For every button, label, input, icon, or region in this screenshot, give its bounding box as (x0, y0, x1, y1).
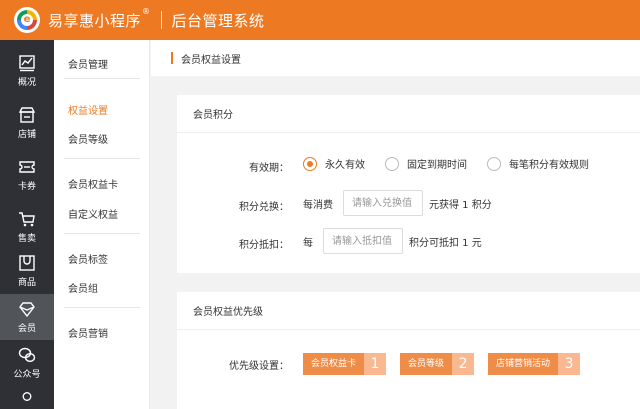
top-bar: e 易享惠小程序® 后台管理系统 (0, 0, 640, 40)
sidebar-item-label: 公众号 (13, 370, 41, 380)
main-sidebar: 概况 店铺 卡券 售卖 商品 会员 公众号 (0, 40, 54, 409)
deduct-value-input[interactable] (323, 228, 403, 254)
logo-e-icon: e (21, 14, 33, 26)
breadcrumb-marker (171, 52, 173, 64)
radio-dot (385, 156, 399, 171)
sidebar-item-members[interactable]: 会员 (0, 294, 54, 340)
sidebar-item-more[interactable] (0, 388, 54, 408)
exchange-suffix: 元获得 1 积分 (429, 199, 492, 211)
priority-item-number: 3 (564, 356, 574, 372)
subnav-item-benefit-card[interactable]: 会员权益卡 (68, 176, 118, 191)
priority-item-label: 会员权益卡 (303, 353, 365, 375)
deduct-row: 每 积分可抵扣 1 元 (303, 228, 488, 254)
app-logo[interactable]: e (14, 7, 40, 33)
priority-label: 优先级设置： (229, 361, 289, 372)
chart-icon (19, 55, 35, 72)
radio-dot (303, 156, 317, 171)
deduct-prefix: 每 (303, 237, 313, 249)
priority-item-number: 2 (458, 356, 468, 372)
sidebar-item-label: 售卖 (17, 234, 36, 244)
cart-icon (19, 212, 35, 227)
sidebar-item-official-account[interactable]: 公众号 (0, 340, 54, 386)
header-divider (160, 11, 162, 29)
radio-label: 每笔积分有效规则 (509, 160, 589, 171)
sidebar-item-label: 卡券 (17, 182, 36, 192)
exchange-value-input[interactable] (343, 190, 423, 216)
main-content: 会员权益设置 会员积分 有效期： 永久有效 固定到期时间 每笔积分有效规则 积分… (151, 40, 640, 409)
subnav-divider (64, 307, 140, 308)
priority-items: 会员权益卡 1 会员等级 2 店铺营销活动 3 (303, 353, 594, 375)
priority-item-store-marketing[interactable]: 店铺营销活动 3 (488, 353, 581, 375)
goods-icon (19, 255, 35, 271)
logo-ring-icon: e (17, 10, 37, 30)
radio-label: 永久有效 (325, 160, 365, 171)
subnav-item-benefit-settings[interactable]: 权益设置 (68, 102, 108, 117)
points-card: 会员积分 有效期： 永久有效 固定到期时间 每笔积分有效规则 积分兑换： 每消费… (177, 95, 640, 273)
page-title: 会员权益设置 (181, 54, 241, 66)
priority-card-title: 会员权益优先级 (177, 292, 640, 330)
brand-name-text: 易享惠小程序 (48, 11, 142, 30)
sidebar-item-label: 店铺 (17, 130, 36, 140)
diamond-icon (19, 302, 35, 318)
breadcrumb: 会员权益设置 (151, 40, 640, 76)
partial-icon (22, 392, 32, 401)
wechat-icon (18, 347, 36, 362)
sidebar-item-coupons[interactable]: 卡券 (0, 152, 54, 198)
subnav-item-member-management[interactable]: 会员管理 (68, 56, 108, 71)
subnav-item-custom-benefits[interactable]: 自定义权益 (68, 206, 118, 221)
member-subnav: 会员管理 权益设置 会员等级 会员权益卡 自定义权益 会员标签 会员组 会员营销 (54, 40, 150, 409)
points-card-title: 会员积分 (177, 95, 640, 133)
sidebar-item-label: 概况 (17, 78, 36, 88)
priority-item-benefit-card[interactable]: 会员权益卡 1 (303, 353, 387, 375)
validity-label: 有效期： (249, 163, 289, 174)
registered-mark: ® (142, 6, 151, 16)
radio-label: 固定到期时间 (407, 160, 467, 171)
subnav-divider (64, 158, 140, 159)
sidebar-item-store[interactable]: 店铺 (0, 100, 54, 146)
subnav-divider (64, 233, 140, 234)
brand-name: 易享惠小程序® (48, 6, 151, 31)
subnav-divider (64, 78, 140, 79)
sidebar-item-label: 会员 (17, 324, 36, 334)
subnav-item-member-groups[interactable]: 会员组 (68, 280, 98, 295)
radio-per-point-rule[interactable]: 每笔积分有效规则 (487, 156, 589, 171)
exchange-prefix: 每消费 (303, 199, 333, 211)
priority-card: 会员权益优先级 优先级设置： 会员权益卡 1 会员等级 2 店铺营销活动 3 (177, 292, 640, 409)
exchange-row: 每消费 元获得 1 积分 (303, 190, 498, 216)
sidebar-item-sales[interactable]: 售卖 (0, 204, 54, 250)
sidebar-item-label: 商品 (17, 278, 36, 288)
priority-item-label: 店铺营销活动 (488, 353, 559, 375)
priority-item-label: 会员等级 (400, 353, 453, 375)
radio-dot (487, 156, 501, 171)
subnav-item-member-marketing[interactable]: 会员营销 (68, 325, 108, 340)
system-title: 后台管理系统 (171, 11, 265, 30)
subnav-item-member-tags[interactable]: 会员标签 (68, 251, 108, 266)
exchange-label: 积分兑换： (239, 202, 289, 213)
subnav-item-member-levels[interactable]: 会员等级 (68, 131, 108, 146)
sidebar-item-goods[interactable]: 商品 (0, 248, 54, 294)
sidebar-item-overview[interactable]: 概况 (0, 48, 54, 94)
ticket-icon (19, 161, 35, 173)
deduct-label: 积分抵扣： (239, 240, 289, 251)
priority-item-member-level[interactable]: 会员等级 2 (400, 353, 475, 375)
validity-radio-group: 永久有效 固定到期时间 每笔积分有效规则 (303, 156, 609, 171)
store-icon (18, 107, 36, 123)
radio-fixed-expiry[interactable]: 固定到期时间 (385, 156, 467, 171)
priority-item-number: 1 (370, 356, 380, 372)
radio-permanent[interactable]: 永久有效 (303, 156, 365, 171)
deduct-suffix: 积分可抵扣 1 元 (409, 237, 482, 249)
